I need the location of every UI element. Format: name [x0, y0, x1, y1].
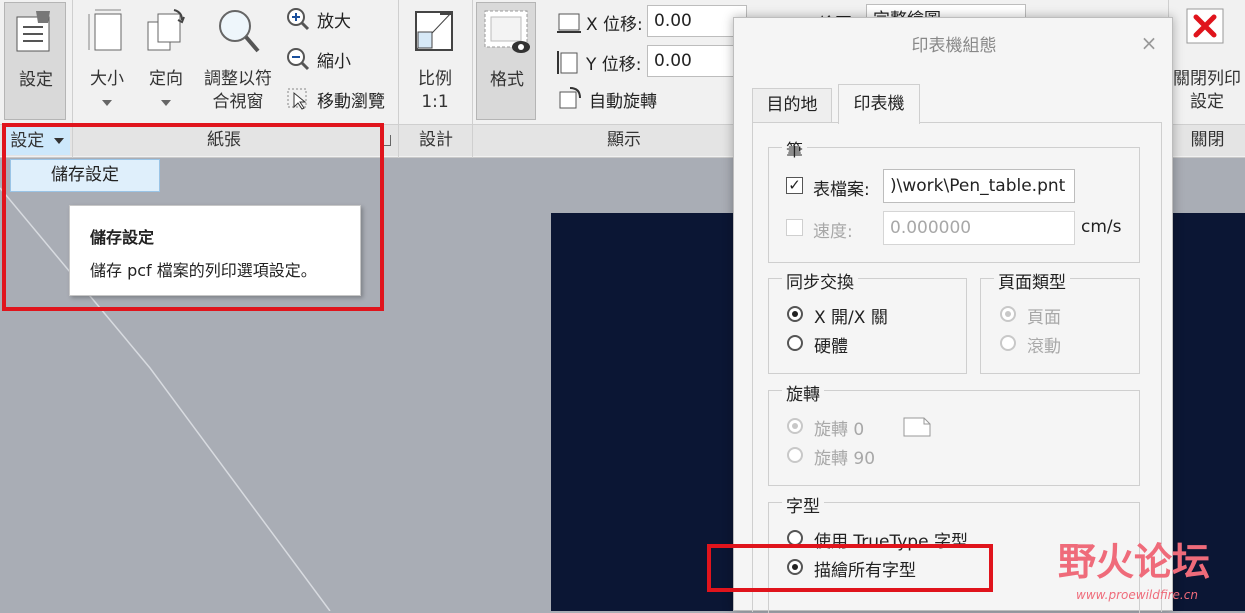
dialog-close-icon[interactable]: ×: [1138, 32, 1160, 54]
table-file-input[interactable]: )\work\Pen_table.pnt: [883, 169, 1075, 203]
highlight-box-font: [707, 544, 993, 592]
zoom-out-icon: [287, 48, 310, 71]
fit-to-window-button[interactable]: 調整以符 合視窗: [198, 2, 278, 120]
magnifier-icon: [219, 10, 260, 53]
table-file-label: 表檔案:: [813, 180, 870, 200]
orientation-button-label: 定向: [149, 69, 183, 89]
auto-rotate-button[interactable]: 自動旋轉: [558, 86, 678, 112]
size-button[interactable]: 大小: [80, 2, 134, 120]
y-offset-icon: [557, 51, 578, 74]
rotate-90-radio[interactable]: [787, 447, 803, 463]
handshake-group-title: 同步交換: [782, 268, 858, 293]
table-file-checkbox[interactable]: ✓: [786, 177, 803, 194]
pan-label: 移動瀏覽: [317, 92, 385, 112]
chevron-down-icon: [102, 100, 112, 106]
close-label-1: 關閉列印: [1173, 69, 1241, 89]
zoom-in-icon: [287, 8, 310, 31]
paper-size-icon: [88, 9, 122, 51]
orientation-icon: [147, 9, 185, 51]
ribbon-separator: [472, 0, 473, 158]
tab-destination[interactable]: 目的地: [752, 88, 832, 122]
auto-rotate-icon: [559, 87, 581, 109]
design-group-label: 設計: [419, 130, 453, 150]
highlight-box-settings: [2, 123, 384, 311]
speed-label: 速度:: [813, 222, 853, 242]
scale-button[interactable]: 比例 1:1: [404, 2, 466, 120]
pan-button[interactable]: 移動瀏覽: [286, 86, 394, 112]
handshake-xonxoff-label: X 開/X 關: [814, 308, 888, 328]
format-preview-icon: [484, 10, 530, 53]
watermark-logo: 野火论坛: [1058, 540, 1211, 584]
pagetype-page-label: 頁面: [1027, 308, 1061, 328]
close-red-icon: [1186, 8, 1224, 44]
pan-cursor-icon: [287, 88, 307, 110]
fit-label-2: 合視窗: [212, 92, 264, 112]
handshake-hardware-label: 硬體: [814, 337, 848, 357]
watermark-url: www.proewildfire.cn: [1076, 588, 1198, 602]
zoom-in-label: 放大: [317, 12, 351, 32]
pagetype-page-radio[interactable]: [1000, 306, 1016, 322]
pagetype-roll-radio[interactable]: [1000, 335, 1016, 351]
pagetype-group-title: 頁面類型: [994, 268, 1070, 293]
tab-printer[interactable]: 印表機: [838, 84, 920, 124]
scale-label-1: 比例: [418, 69, 452, 89]
speed-unit: cm/s: [1081, 217, 1122, 237]
page-landscape-icon: [903, 417, 931, 437]
close-print-settings-button[interactable]: 關閉列印 設定: [1172, 2, 1242, 120]
close-group-label: 關閉: [1190, 130, 1225, 150]
rotate-0-label: 旋轉 0: [814, 420, 865, 440]
close-label-2: 設定: [1190, 92, 1224, 112]
format-button-label: 格式: [490, 70, 524, 90]
display-group-label: 顯示: [607, 130, 641, 150]
x-offset-icon: [557, 13, 581, 33]
zoom-out-button[interactable]: 縮小: [286, 46, 390, 72]
x-offset-label: X 位移:: [586, 15, 643, 35]
orientation-button[interactable]: 定向: [138, 2, 194, 120]
size-button-label: 大小: [90, 69, 124, 89]
tab-destination-label: 目的地: [766, 95, 818, 115]
printer-config-dialog: 印表機組態 × 目的地 印表機 筆 ✓ 表檔案: )\work\Pen_tabl…: [733, 17, 1173, 613]
speed-input[interactable]: 0.000000: [883, 211, 1075, 245]
settings-doc-icon: [16, 11, 50, 52]
fit-label-1: 調整以符: [204, 69, 272, 89]
pen-groupbox: [768, 147, 1140, 263]
rotation-group-title: 旋轉: [782, 380, 824, 405]
scale-icon: [415, 11, 453, 51]
zoom-out-label: 縮小: [317, 52, 351, 72]
tab-printer-label: 印表機: [853, 94, 905, 114]
font-group-title: 字型: [782, 492, 824, 517]
speed-checkbox[interactable]: [786, 219, 803, 236]
zoom-in-button[interactable]: 放大: [286, 6, 390, 32]
format-button[interactable]: 格式: [476, 2, 536, 120]
y-offset-label: Y 位移:: [586, 55, 642, 75]
settings-button-label: 設定: [19, 70, 53, 90]
chevron-down-icon: [161, 100, 171, 106]
scale-label-2: 1:1: [421, 92, 449, 112]
pen-group-title: 筆: [782, 136, 807, 161]
dialog-title: 印表機組態: [911, 36, 997, 56]
handshake-hardware-radio[interactable]: [787, 335, 803, 351]
settings-button[interactable]: 設定: [4, 2, 66, 120]
y-offset-input[interactable]: 0.00: [647, 45, 747, 77]
x-offset-input[interactable]: 0.00: [647, 5, 747, 37]
rotate-90-label: 旋轉 90: [814, 449, 876, 469]
auto-rotate-label: 自動旋轉: [589, 92, 657, 112]
rotate-0-radio[interactable]: [787, 418, 803, 434]
handshake-xonxoff-radio[interactable]: [787, 306, 803, 322]
ribbon-separator: [398, 0, 399, 158]
pagetype-roll-label: 滾動: [1027, 337, 1061, 357]
